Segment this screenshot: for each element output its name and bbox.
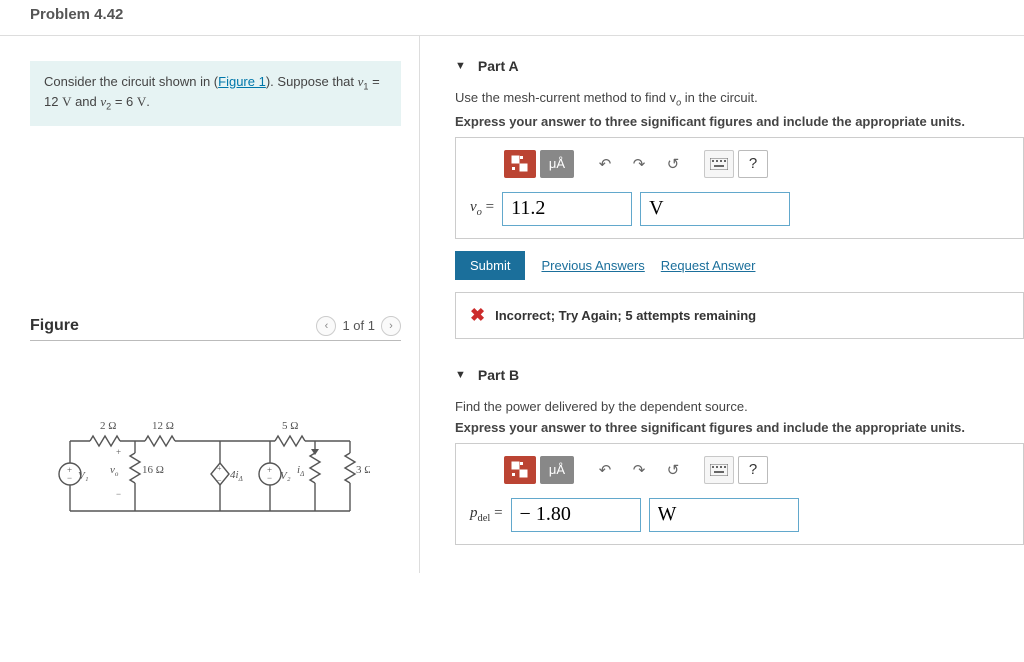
part-b-lhs: pdel = [470, 505, 503, 524]
redo-icon[interactable]: ↷ [624, 456, 654, 484]
part-b: ▼ Part B Find the power delivered by the… [455, 367, 1024, 545]
part-a-feedback: ✖ Incorrect; Try Again; 5 attempts remai… [455, 292, 1024, 339]
svg-text:2 Ω: 2 Ω [100, 420, 116, 432]
part-b-value-input[interactable] [511, 498, 641, 532]
part-b-instruction-bold: Express your answer to three significant… [455, 420, 1024, 435]
problem-prompt: Consider the circuit shown in (Figure 1)… [30, 61, 401, 126]
previous-answers-link[interactable]: Previous Answers [541, 258, 644, 273]
figure-heading: Figure [30, 317, 79, 335]
submit-button[interactable]: Submit [455, 251, 525, 280]
left-pane: Consider the circuit shown in (Figure 1)… [0, 36, 420, 573]
request-answer-link[interactable]: Request Answer [661, 258, 756, 273]
undo-icon[interactable]: ↶ [590, 456, 620, 484]
svg-text:vo: vo [110, 464, 119, 478]
part-a-title: Part A [478, 58, 519, 74]
problem-title: Problem 4.42 [30, 6, 994, 23]
keyboard-icon[interactable] [704, 456, 734, 484]
part-b-instruction: Find the power delivered by the dependen… [455, 399, 1024, 414]
circuit-diagram: 2 Ω 12 Ω 5 Ω V₁ + − vo + − 16 Ω 4iΔ + − … [50, 411, 370, 531]
right-pane: ▼ Part A Use the mesh-current method to … [420, 36, 1024, 573]
part-a-lhs: vo = [470, 199, 494, 218]
svg-text:4iΔ: 4iΔ [230, 469, 243, 483]
part-b-toggle[interactable]: ▼ [455, 369, 466, 381]
part-b-title: Part B [478, 367, 519, 383]
keyboard-icon[interactable] [704, 150, 734, 178]
incorrect-icon: ✖ [470, 305, 485, 326]
svg-text:16 Ω: 16 Ω [142, 464, 164, 476]
template-icon[interactable] [504, 150, 536, 178]
svg-text:5 Ω: 5 Ω [282, 420, 298, 432]
figure-next-button[interactable]: › [381, 316, 401, 336]
figure-header: Figure ‹ 1 of 1 › [30, 316, 401, 341]
part-a-answer-box: μÅ ↶ ↷ ↺ ? vo = [455, 137, 1024, 239]
part-b-answer-box: μÅ ↶ ↷ ↺ ? pdel = [455, 443, 1024, 545]
svg-text:3 Ω: 3 Ω [356, 464, 370, 476]
svg-text:−: − [267, 473, 272, 483]
undo-icon[interactable]: ↶ [590, 150, 620, 178]
svg-text:V₂: V₂ [280, 470, 291, 482]
svg-text:iΔ: iΔ [297, 464, 304, 478]
svg-text:+: + [116, 447, 121, 457]
part-a-instruction-bold: Express your answer to three significant… [455, 114, 1024, 129]
figure-pager: ‹ 1 of 1 › [316, 316, 401, 336]
part-b-unit-input[interactable] [649, 498, 799, 532]
svg-text:+: + [217, 464, 222, 473]
reset-icon[interactable]: ↺ [658, 150, 688, 178]
redo-icon[interactable]: ↷ [624, 150, 654, 178]
figure-link[interactable]: Figure 1 [218, 74, 266, 89]
svg-text:−: − [217, 476, 222, 485]
svg-text:−: − [67, 473, 72, 483]
svg-text:12 Ω: 12 Ω [152, 420, 174, 432]
reset-icon[interactable]: ↺ [658, 456, 688, 484]
part-a-toggle[interactable]: ▼ [455, 60, 466, 72]
part-a-submit-row: Submit Previous Answers Request Answer [455, 251, 1024, 280]
help-button[interactable]: ? [738, 150, 768, 178]
part-a-unit-input[interactable] [640, 192, 790, 226]
help-button[interactable]: ? [738, 456, 768, 484]
part-a-value-input[interactable] [502, 192, 632, 226]
template-icon[interactable] [504, 456, 536, 484]
part-a-toolbar: μÅ ↶ ↷ ↺ ? [504, 150, 1009, 178]
figure-prev-button[interactable]: ‹ [316, 316, 336, 336]
part-a-instruction: Use the mesh-current method to find vo i… [455, 90, 1024, 108]
svg-text:−: − [116, 489, 121, 499]
svg-text:V₁: V₁ [78, 470, 89, 482]
part-b-toolbar: μÅ ↶ ↷ ↺ ? [504, 456, 1009, 484]
units-button[interactable]: μÅ [540, 456, 574, 484]
page-header: Problem 4.42 [0, 0, 1024, 36]
units-button[interactable]: μÅ [540, 150, 574, 178]
part-a: ▼ Part A Use the mesh-current method to … [455, 58, 1024, 339]
